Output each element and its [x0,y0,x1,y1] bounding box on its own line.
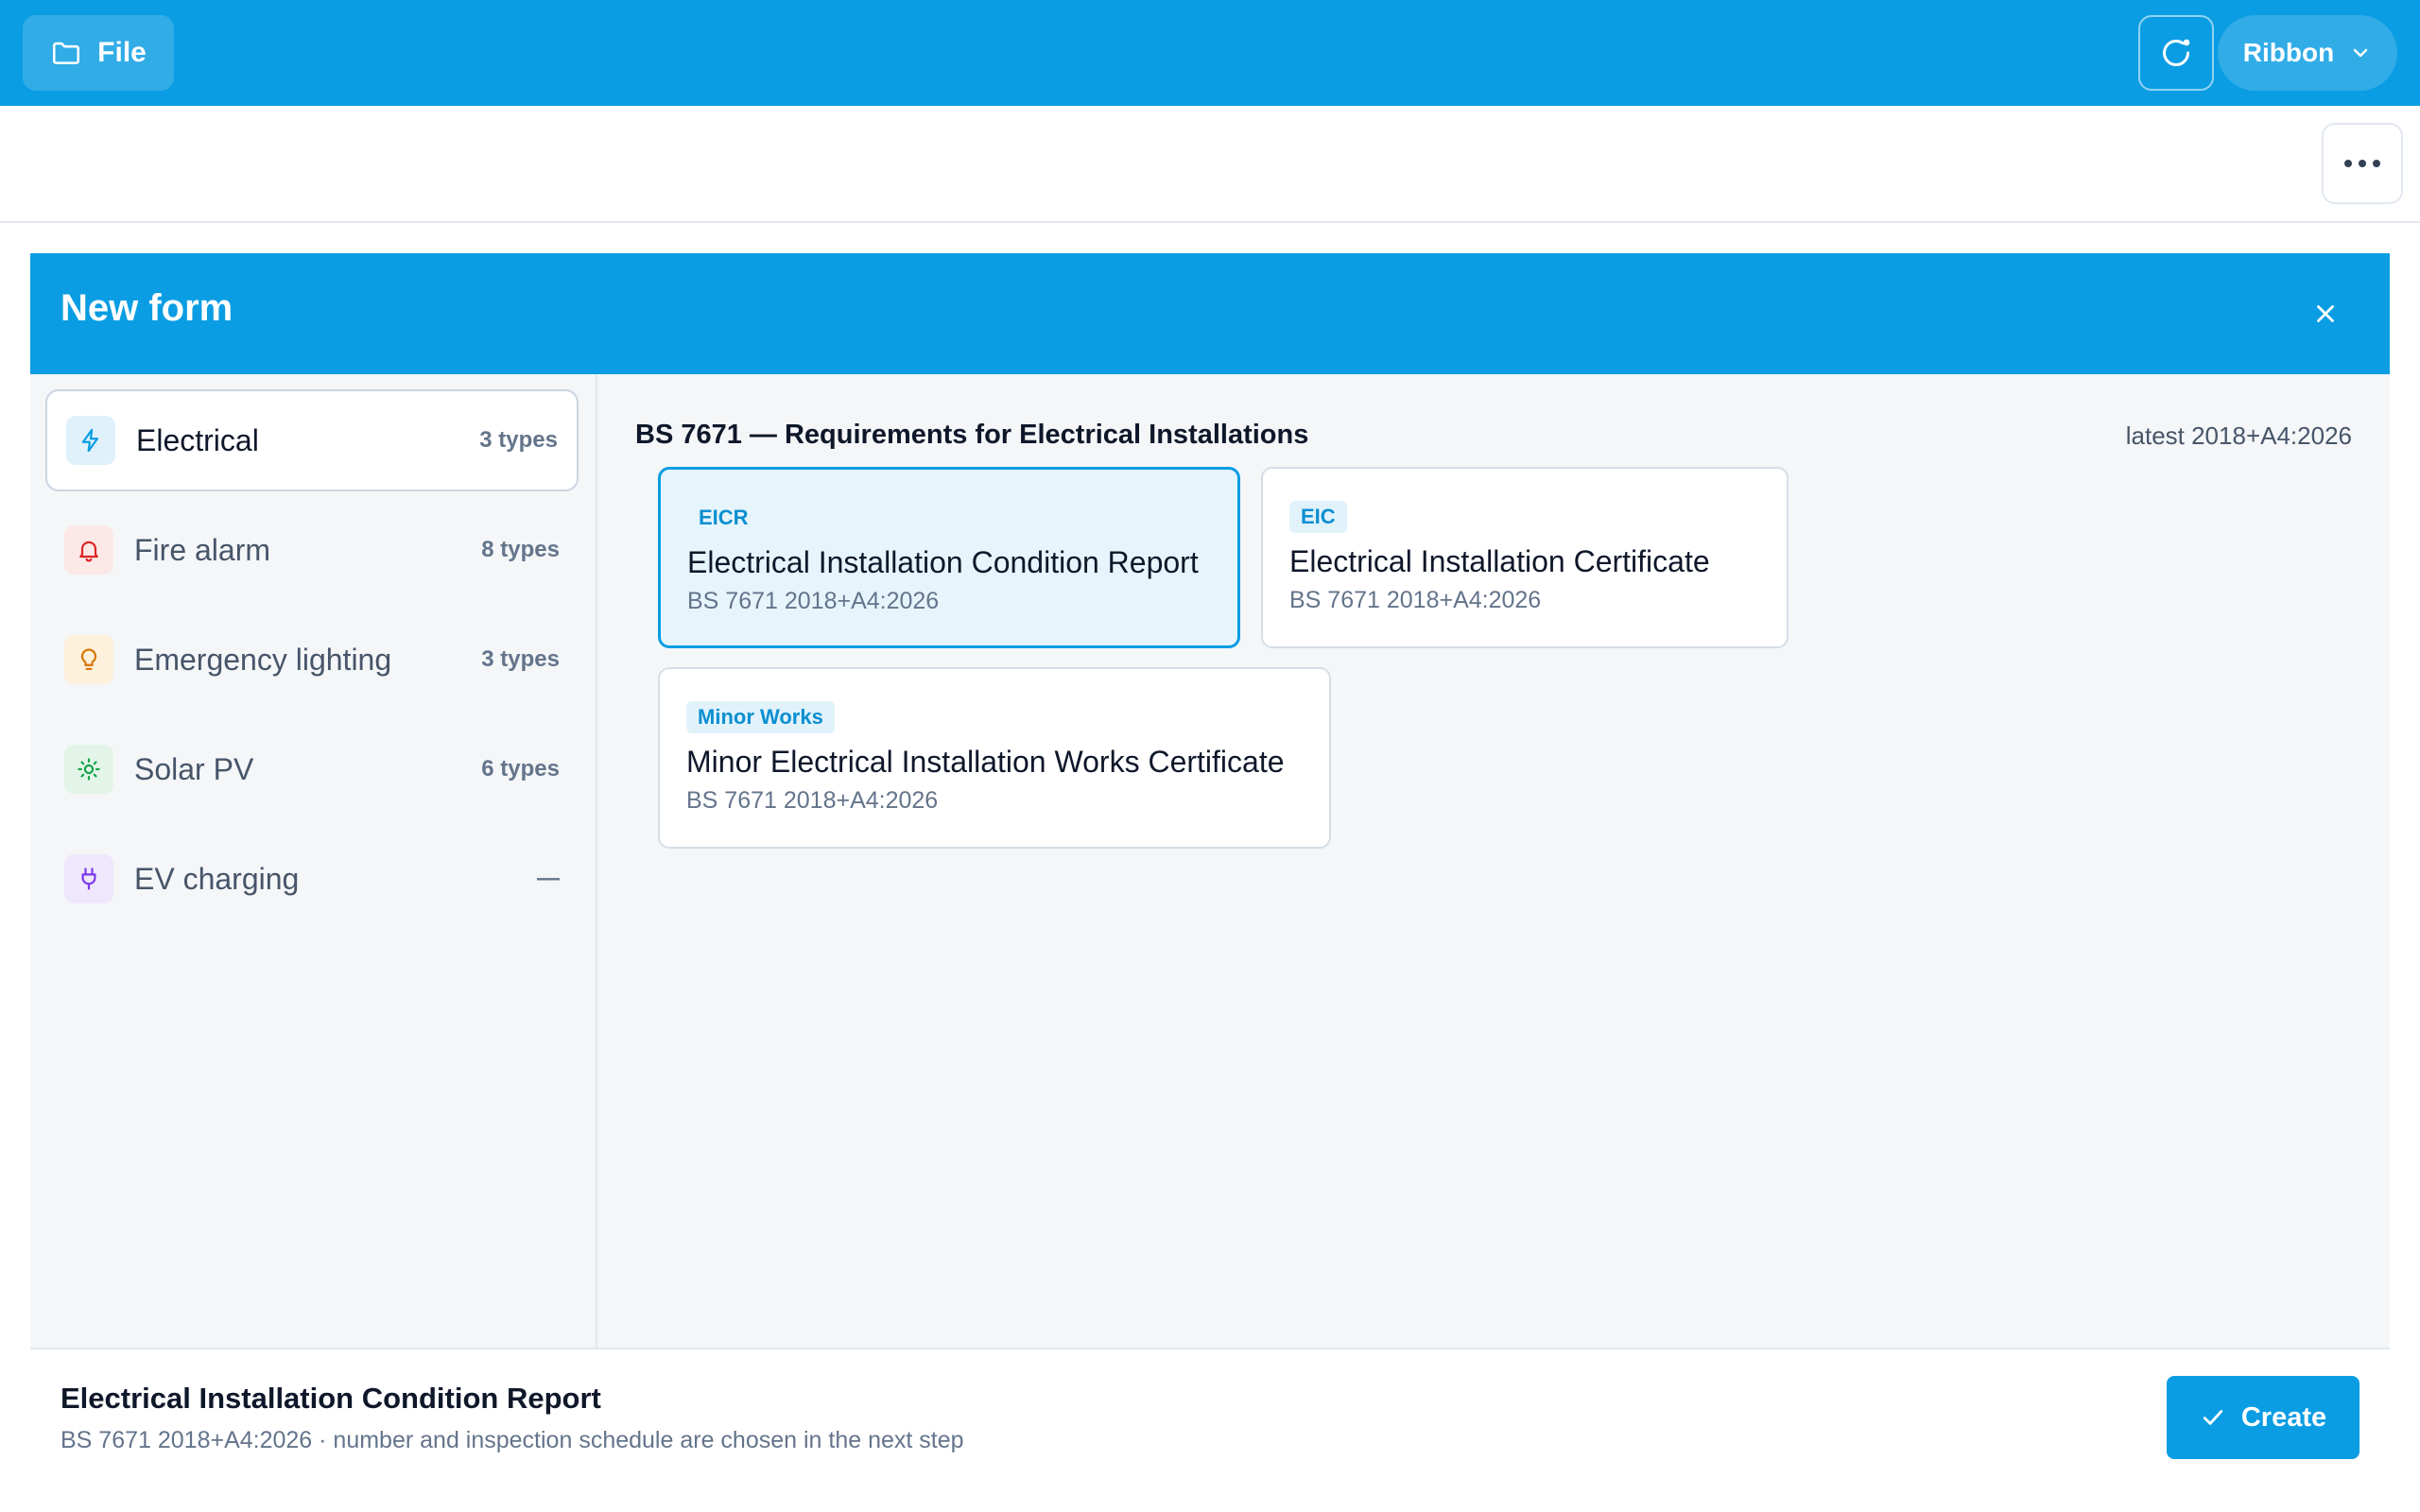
form-card-minor-works[interactable]: Minor Works Minor Electrical Installatio… [658,667,1331,849]
category-emergency-lighting[interactable]: Emergency lighting 3 types [45,609,579,711]
form-card-eic[interactable]: EIC Electrical Installation Certificate … [1261,467,1789,648]
form-card-tag: Minor Works [686,701,835,733]
chevron-down-icon [2354,48,2368,58]
top-bar: File Ribbon [0,0,2420,106]
form-card-subtitle: BS 7671 2018+A4:2026 [1289,587,1542,613]
category-count: 3 types [481,646,560,672]
category-solar-pv[interactable]: Solar PV 6 types [45,718,579,820]
bell-icon [64,525,113,575]
form-card-title: Electrical Installation Condition Report [687,545,1199,579]
ribbon-label: Ribbon [2242,38,2335,67]
category-electrical[interactable]: Electrical 3 types [45,389,579,491]
more-options-button[interactable] [2322,123,2403,204]
dialog-header: New form [30,253,2390,374]
form-card-subtitle: BS 7671 2018+A4:2026 [686,787,939,814]
plug-icon [64,854,113,903]
category-count: — [537,866,560,891]
category-label: Emergency lighting [134,642,392,677]
lightbulb-icon [64,635,113,684]
sync-button[interactable] [2138,15,2214,91]
category-ev-charging[interactable]: EV charging — [45,828,579,930]
sun-icon [64,745,113,794]
selected-form-title: Electrical Installation Condition Report [60,1382,601,1415]
check-icon [2203,1410,2223,1425]
file-button-label: File [97,37,147,68]
form-card-tag: EICR [699,506,749,529]
category-label: Fire alarm [134,532,271,567]
category-label: Electrical [136,422,259,457]
category-label: Solar PV [134,751,254,786]
form-card-title: Electrical Installation Certificate [1289,544,1710,578]
category-count: 8 types [481,537,560,562]
create-button[interactable]: Create [2167,1376,2360,1459]
category-fire-alarm[interactable]: Fire alarm 8 types [45,499,579,601]
ribbon-dropdown[interactable]: Ribbon [2218,15,2397,91]
sync-icon [2163,39,2190,66]
form-card-title: Minor Electrical Installation Works Cert… [686,745,1285,779]
lightning-icon [66,416,115,465]
more-icon-dot [2359,160,2366,167]
close-button[interactable] [2299,287,2352,340]
secondary-toolbar [0,106,2420,223]
file-button[interactable]: File [23,15,174,91]
category-sidebar: Electrical 3 types Fire alarm 8 types Em… [30,374,597,1348]
form-card-subtitle: BS 7671 2018+A4:2026 [687,588,940,614]
form-type-panel: BS 7671 — Requirements for Electrical In… [597,374,2390,1348]
standard-title: BS 7671 — Requirements for Electrical In… [635,420,1309,450]
form-card-eicr[interactable]: EICR Electrical Installation Condition R… [658,467,1240,648]
more-icon-dot [2344,160,2352,167]
close-icon [2317,305,2334,322]
dialog-title: New form [60,287,233,329]
new-form-dialog: New form Electrical 3 types Fire alarm 8… [30,253,2390,1512]
dialog-footer: Electrical Installation Condition Report… [30,1348,2390,1512]
category-label: EV charging [134,861,300,896]
more-icon-dot [2373,160,2380,167]
folder-icon [53,42,80,64]
selected-form-note: BS 7671 2018+A4:2026 · number and inspec… [60,1427,964,1453]
form-card-tag: EIC [1289,501,1347,533]
standard-version: latest 2018+A4:2026 [2125,421,2352,450]
create-button-label: Create [2240,1401,2327,1433]
category-count: 3 types [479,427,558,453]
category-count: 6 types [481,756,560,782]
